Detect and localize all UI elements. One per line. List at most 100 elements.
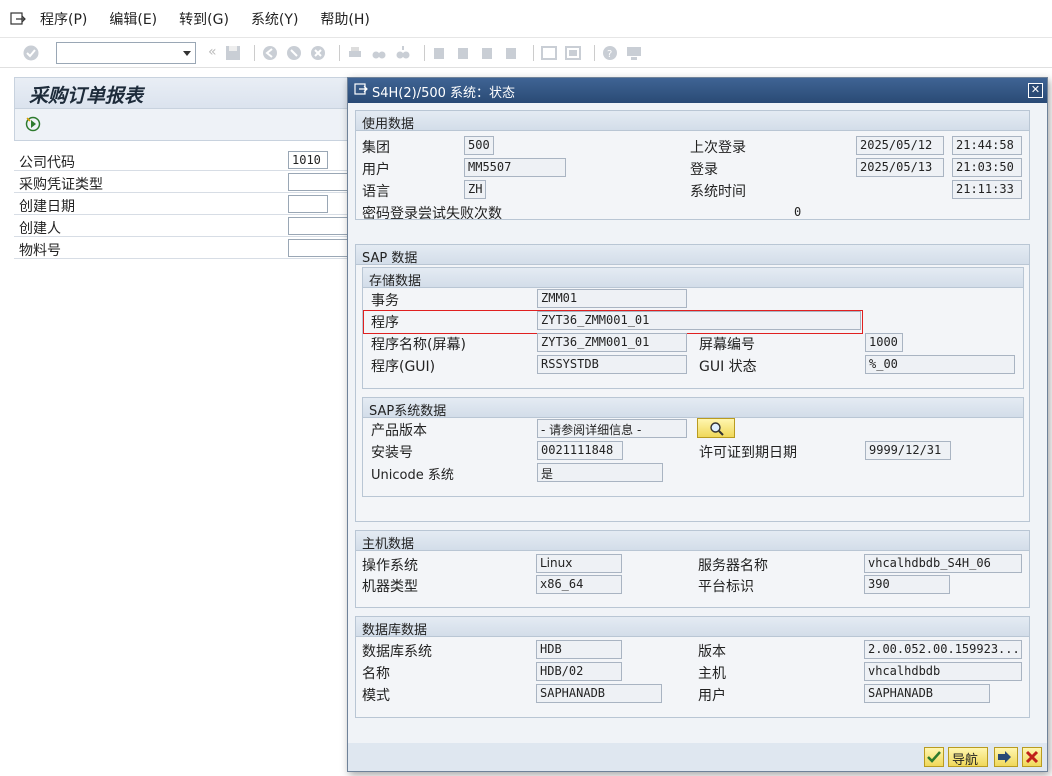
program-value: ZYT36_ZMM001_01 — [537, 311, 861, 330]
selection-row-created-on: 创建日期 — [14, 193, 354, 215]
group-header: 主机数据 — [356, 531, 1029, 552]
enter-check-icon[interactable] — [22, 44, 40, 62]
machine-type-label: 机器类型 — [362, 579, 418, 595]
last-login-date: 2025/05/12 — [856, 136, 944, 155]
db-system-value: HDB — [536, 640, 622, 659]
status-dialog: S4H(2)/500 系统：状态 ✕ 使用数据 集团 500 用户 MM5507… — [347, 77, 1048, 772]
program-gui-label: 程序(GUI) — [371, 359, 436, 375]
db-user-value: SAPHANADB — [864, 684, 990, 703]
find-icon[interactable] — [370, 44, 388, 62]
installation-label: 安装号 — [371, 445, 413, 461]
checkmark-icon — [927, 751, 941, 763]
dialog-title-bar[interactable]: S4H(2)/500 系统：状态 ✕ — [348, 78, 1047, 103]
group-title: SAP 数据 — [362, 251, 418, 266]
menu-program[interactable]: 程序(P) — [40, 9, 87, 29]
menu-bar: 程序(P) 编辑(E) 转到(G) 系统(Y) 帮助(H) — [0, 0, 1052, 38]
save-icon[interactable] — [224, 44, 242, 62]
group-title: 主机数据 — [362, 537, 415, 552]
program-screen-label: 程序名称(屏幕) — [371, 337, 466, 353]
db-host-label: 主机 — [698, 666, 726, 682]
db-schema-value: SAPHANADB — [536, 684, 662, 703]
first-page-icon[interactable] — [431, 44, 449, 62]
layout-menu-icon[interactable] — [625, 44, 643, 62]
db-user-label: 用户 — [698, 688, 726, 704]
product-version-label: 产品版本 — [371, 423, 427, 439]
screen-number-value: 1000 — [865, 333, 903, 352]
back-icon[interactable] — [261, 44, 279, 62]
login-label: 登录 — [690, 162, 718, 178]
next-page-icon[interactable] — [479, 44, 497, 62]
exit-icon[interactable] — [285, 44, 303, 62]
license-expiry-label: 许可证到期日期 — [699, 445, 797, 461]
material-input[interactable] — [288, 239, 354, 257]
print-icon[interactable] — [346, 44, 364, 62]
db-version-label: 版本 — [698, 644, 726, 660]
find-next-icon[interactable] — [394, 44, 412, 62]
server-name-value: vhcalhdbdb_S4H_06 — [864, 554, 1022, 573]
cancel-button[interactable] — [1022, 747, 1042, 767]
menu-icon[interactable] — [10, 11, 26, 26]
platform-id-label: 平台标识 — [698, 579, 754, 595]
license-expiry-value: 9999/12/31 — [865, 441, 951, 460]
machine-type-value: x86_64 — [536, 575, 622, 594]
svg-text:?: ? — [607, 49, 612, 60]
continue-button[interactable] — [924, 747, 944, 767]
system-time-value: 21:11:33 — [952, 180, 1022, 199]
previous-page-icon[interactable] — [455, 44, 473, 62]
navigate-button[interactable]: 导航 — [948, 747, 988, 768]
dialog-content: 使用数据 集团 500 用户 MM5507 语言 ZH 密码登录尝试失败次数 0… — [348, 103, 1047, 743]
company-code-input[interactable]: 1010 — [288, 151, 328, 169]
toolbar-separator — [533, 44, 534, 61]
field-label: 采购凭证类型 — [19, 177, 103, 193]
created-on-input[interactable] — [288, 195, 328, 213]
help-icon[interactable]: ? — [601, 44, 619, 62]
menu-edit[interactable]: 编辑(E) — [109, 9, 157, 29]
db-name-value: HDB/02 — [536, 662, 622, 681]
database-data-group: 数据库数据 数据库系统 HDB 版本 2.00.052.00.159923...… — [355, 616, 1030, 718]
selection-row-created-by: 创建人 — [14, 215, 354, 237]
close-icon[interactable]: ✕ — [1028, 83, 1043, 98]
standard-toolbar: « ? — [0, 38, 1052, 68]
product-details-button[interactable] — [697, 418, 735, 438]
screen-number-label: 屏幕编号 — [699, 337, 755, 353]
last-page-icon[interactable] — [503, 44, 521, 62]
divider — [362, 219, 792, 220]
menu-system[interactable]: 系统(Y) — [251, 9, 298, 29]
menu-goto[interactable]: 转到(G) — [179, 9, 229, 29]
cancel-icon[interactable] — [309, 44, 327, 62]
execute-icon[interactable] — [25, 116, 41, 132]
shortcut-icon[interactable] — [564, 44, 582, 62]
client-label: 集团 — [362, 140, 390, 156]
other-session-button[interactable] — [994, 747, 1018, 767]
toolbar-separator — [424, 44, 425, 61]
installation-value: 0021111848 — [537, 441, 623, 460]
cancel-x-icon — [1025, 750, 1039, 764]
group-header: 使用数据 — [356, 111, 1029, 132]
gui-status-label: GUI 状态 — [699, 359, 757, 375]
last-login-time: 21:44:58 — [952, 136, 1022, 155]
menu-help[interactable]: 帮助(H) — [320, 9, 369, 29]
group-header: SAP 数据 — [356, 245, 1029, 266]
new-session-icon[interactable] — [540, 44, 558, 62]
group-header: 数据库数据 — [356, 617, 1029, 638]
selection-row-company-code: 公司代码 1010 — [14, 149, 354, 171]
selection-row-material: 物料号 — [14, 237, 354, 259]
chevron-down-icon[interactable] — [183, 50, 191, 56]
field-label: 公司代码 — [19, 155, 75, 171]
unicode-label: Unicode 系统 — [371, 468, 454, 483]
created-by-input[interactable] — [288, 217, 354, 235]
system-time-label: 系统时间 — [690, 184, 746, 200]
program-label: 程序 — [371, 315, 399, 331]
field-label: 创建人 — [19, 221, 61, 237]
dialog-title: S4H(2)/500 系统：状态 — [372, 86, 516, 101]
group-title: 数据库数据 — [362, 623, 428, 638]
po-type-input[interactable] — [288, 173, 354, 191]
platform-id-value: 390 — [864, 575, 950, 594]
dialog-footer: 导航 — [348, 743, 1047, 771]
command-field[interactable] — [56, 41, 196, 64]
group-title: SAP系统数据 — [369, 404, 447, 419]
user-value: MM5507 — [464, 158, 566, 177]
back-arrows-icon[interactable]: « — [208, 44, 218, 62]
host-data-group: 主机数据 操作系统 Linux 服务器名称 vhcalhdbdb_S4H_06 … — [355, 530, 1030, 608]
language-label: 语言 — [362, 184, 390, 200]
